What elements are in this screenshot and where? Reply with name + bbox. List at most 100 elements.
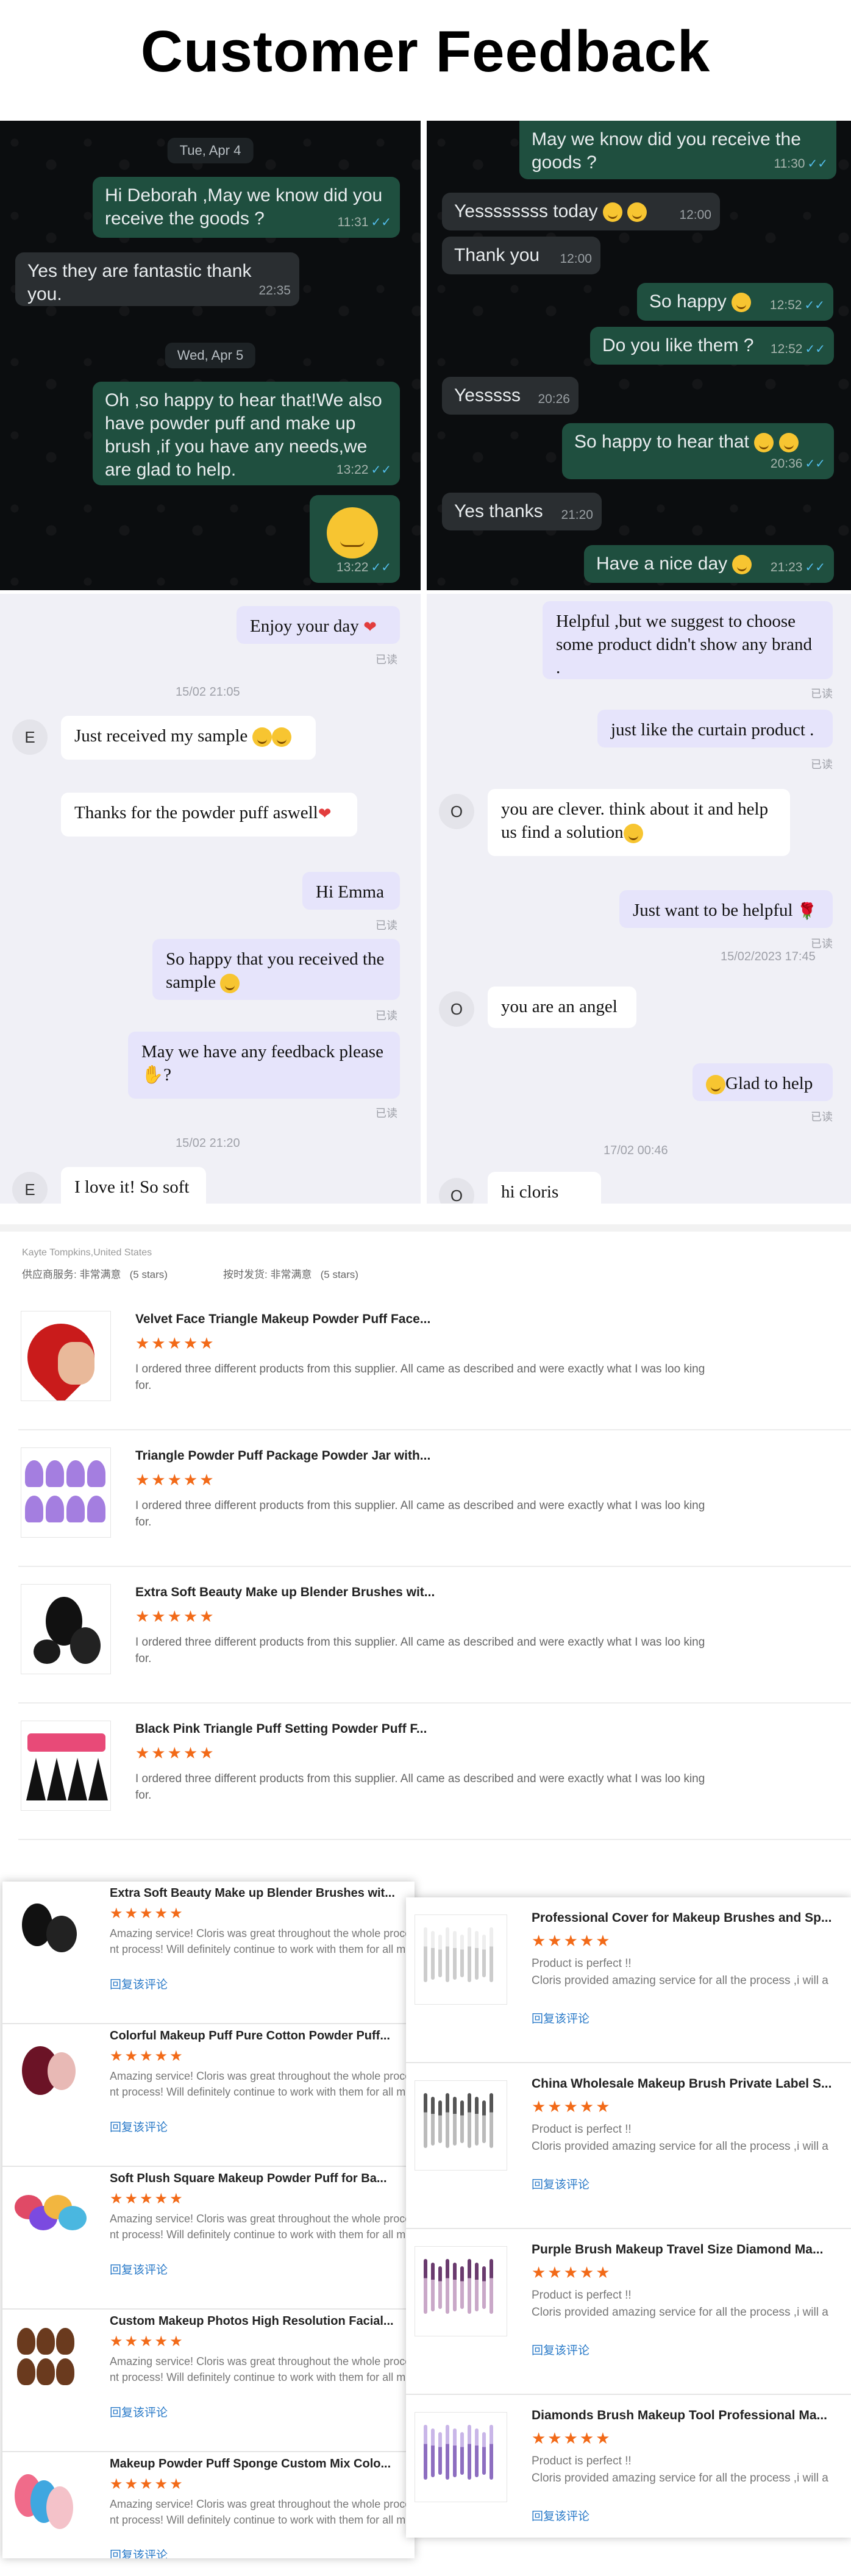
- read-ticks-icon: ✓✓: [371, 216, 391, 229]
- brush-shape: [490, 2259, 493, 2314]
- brush-shape: [482, 2100, 486, 2143]
- review-cards-right: Professional Cover for Makeup Brushes an…: [406, 1897, 851, 2538]
- brush-shape: [431, 2428, 435, 2477]
- product-title[interactable]: Purple Brush Makeup Travel Size Diamond …: [532, 2242, 823, 2257]
- message-in[interactable]: Yesssss 20:26: [442, 377, 579, 415]
- product-title[interactable]: Extra Soft Beauty Make up Blender Brushe…: [135, 1585, 435, 1600]
- brush-shape: [475, 2097, 479, 2146]
- hearts-emoji-icon: [732, 555, 752, 575]
- product-thumbnail[interactable]: [21, 1447, 111, 1538]
- message-out[interactable]: Hi Deborah ,May we know did you receive …: [93, 177, 400, 238]
- message-out[interactable]: Do you like them ? 12:52 ✓✓: [590, 327, 834, 365]
- product-thumbnail[interactable]: [21, 1584, 111, 1674]
- product-title[interactable]: Soft Plush Square Makeup Powder Puff for…: [110, 2172, 387, 2186]
- product-title[interactable]: China Wholesale Makeup Brush Private Lab…: [532, 2077, 831, 2091]
- product-title[interactable]: Velvet Face Triangle Makeup Powder Puff …: [135, 1312, 430, 1327]
- message-out[interactable]: May we have any feedback please ✋?: [128, 1032, 400, 1099]
- message-out[interactable]: So happy to hear that 20:36 ✓✓: [562, 423, 834, 479]
- message-out-emoji[interactable]: 13:22 ✓✓: [310, 495, 400, 583]
- reply-link[interactable]: 回复该评论: [532, 2010, 589, 2026]
- review-item: Extra Soft Beauty Make up Blender Brushe…: [18, 1567, 851, 1704]
- rating-stars: ★★★★★: [110, 2476, 185, 2492]
- brush-shape: [438, 2266, 442, 2309]
- avatar[interactable]: E: [12, 719, 48, 755]
- product-title[interactable]: Diamonds Brush Makeup Tool Professional …: [532, 2408, 827, 2423]
- message-out[interactable]: Helpful ,but we suggest to choose some p…: [543, 601, 833, 679]
- review-card: Soft Plush Square Makeup Powder Puff for…: [2, 2167, 415, 2310]
- message-in[interactable]: Yessssssss today 12:00: [442, 193, 720, 230]
- message-out[interactable]: Have a nice day 21:23 ✓✓: [584, 545, 834, 583]
- product-title[interactable]: Triangle Powder Puff Package Powder Jar …: [135, 1449, 430, 1463]
- product-thumbnail[interactable]: [415, 2080, 507, 2171]
- product-thumbnail[interactable]: [10, 1891, 89, 1971]
- message-in[interactable]: I love it! So soft: [61, 1167, 206, 1204]
- product-thumbnail[interactable]: [10, 2319, 89, 2399]
- reply-link[interactable]: 回复该评论: [110, 1975, 168, 1992]
- review-text: Product is perfect !!: [532, 2289, 632, 2302]
- brush-shape: [490, 1927, 493, 1982]
- avatar[interactable]: O: [439, 991, 474, 1027]
- reply-link[interactable]: 回复该评论: [110, 2546, 168, 2558]
- message-time: 11:31 ✓✓: [337, 215, 391, 229]
- message-out[interactable]: So happy that you received the sample: [152, 939, 400, 1000]
- avatar[interactable]: O: [439, 794, 474, 829]
- product-title[interactable]: Makeup Powder Puff Sponge Custom Mix Col…: [110, 2457, 391, 2471]
- message-out[interactable]: Hi Emma: [302, 872, 400, 910]
- product-thumbnail[interactable]: [415, 1914, 507, 2005]
- review-text: Cloris provided amazing service for all …: [532, 2306, 828, 2319]
- reply-link[interactable]: 回复该评论: [110, 2403, 168, 2420]
- message-out[interactable]: May we know did you receive the goods ? 1…: [519, 121, 836, 179]
- message-in[interactable]: Thanks for the powder puff aswell❤: [61, 793, 357, 837]
- review-text: Product is perfect !!: [532, 2123, 632, 2136]
- message-out[interactable]: Glad to help: [693, 1063, 833, 1101]
- reply-link[interactable]: 回复该评论: [532, 2507, 589, 2524]
- reply-link[interactable]: 回复该评论: [532, 2175, 589, 2192]
- product-thumbnail[interactable]: [415, 2246, 507, 2336]
- message-text: Enjoy your day: [250, 616, 359, 636]
- message-time: 21:20: [561, 508, 593, 522]
- avatar[interactable]: O: [439, 1178, 474, 1204]
- message-in[interactable]: you are an angel: [488, 987, 636, 1028]
- message-in[interactable]: Yes they are fantastic thank you. 22:35: [15, 252, 299, 306]
- message-out[interactable]: Oh ,so happy to hear that!We also have p…: [93, 382, 400, 485]
- sponge-shape: [34, 1639, 60, 1664]
- message-in[interactable]: Thank you 12:00: [442, 237, 600, 274]
- reply-link[interactable]: 回复该评论: [110, 2118, 168, 2135]
- review-text: I ordered three different products from …: [135, 1499, 705, 1529]
- im-chat-3[interactable]: Enjoy your day ❤ 已读 15/02 21:05 E Just r…: [0, 594, 421, 1204]
- read-status: 已读: [811, 938, 833, 950]
- whatsapp-chat-2[interactable]: May we know did you receive the goods ? 1…: [427, 121, 851, 590]
- message-out[interactable]: Enjoy your day ❤: [237, 606, 400, 644]
- whatsapp-chat-1[interactable]: Tue, Apr 4 Hi Deborah ,May we know did y…: [0, 121, 421, 590]
- avatar[interactable]: E: [12, 1172, 48, 1204]
- message-in[interactable]: Just received my sample: [61, 716, 316, 760]
- message-in[interactable]: hi cloris: [488, 1172, 601, 1204]
- message-out[interactable]: Just want to be helpful 🌹: [619, 890, 833, 928]
- message-in[interactable]: Yes thanks 21:20: [442, 493, 602, 530]
- review-card: Professional Cover for Makeup Brushes an…: [406, 1897, 851, 2063]
- product-thumbnail[interactable]: [10, 2462, 89, 2541]
- brush-shape: [446, 2425, 449, 2480]
- product-thumbnail[interactable]: [21, 1311, 111, 1401]
- im-chat-4[interactable]: Helpful ,but we suggest to choose some p…: [427, 594, 851, 1204]
- product-title[interactable]: Custom Makeup Photos High Resolution Fac…: [110, 2314, 394, 2328]
- product-title[interactable]: Extra Soft Beauty Make up Blender Brushe…: [110, 1886, 395, 1900]
- message-text: So happy that you received the sample: [166, 949, 385, 992]
- read-ticks-icon: ✓✓: [807, 157, 828, 171]
- product-thumbnail[interactable]: [415, 2412, 507, 2502]
- product-title[interactable]: Colorful Makeup Puff Pure Cotton Powder …: [110, 2029, 390, 2043]
- review-text: I ordered three different products from …: [135, 1363, 705, 1392]
- puff-shape: [87, 1496, 105, 1522]
- reply-link[interactable]: 回复该评论: [532, 2341, 589, 2358]
- review-text: nt process! Will definitely continue to …: [110, 2371, 406, 2383]
- product-thumbnail[interactable]: [10, 2177, 89, 2256]
- message-out[interactable]: So happy 12:52 ✓✓: [637, 283, 833, 321]
- message-in[interactable]: you are clever. think about it and help …: [488, 789, 790, 856]
- product-title[interactable]: Professional Cover for Makeup Brushes an…: [532, 1911, 831, 1925]
- reply-link[interactable]: 回复该评论: [110, 2261, 168, 2277]
- message-text: hi cloris: [501, 1182, 559, 1202]
- product-thumbnail[interactable]: [10, 2034, 89, 2113]
- product-title[interactable]: Black Pink Triangle Puff Setting Powder …: [135, 1722, 427, 1736]
- message-out[interactable]: just like the curtain product .: [597, 710, 833, 747]
- product-thumbnail[interactable]: [21, 1721, 111, 1811]
